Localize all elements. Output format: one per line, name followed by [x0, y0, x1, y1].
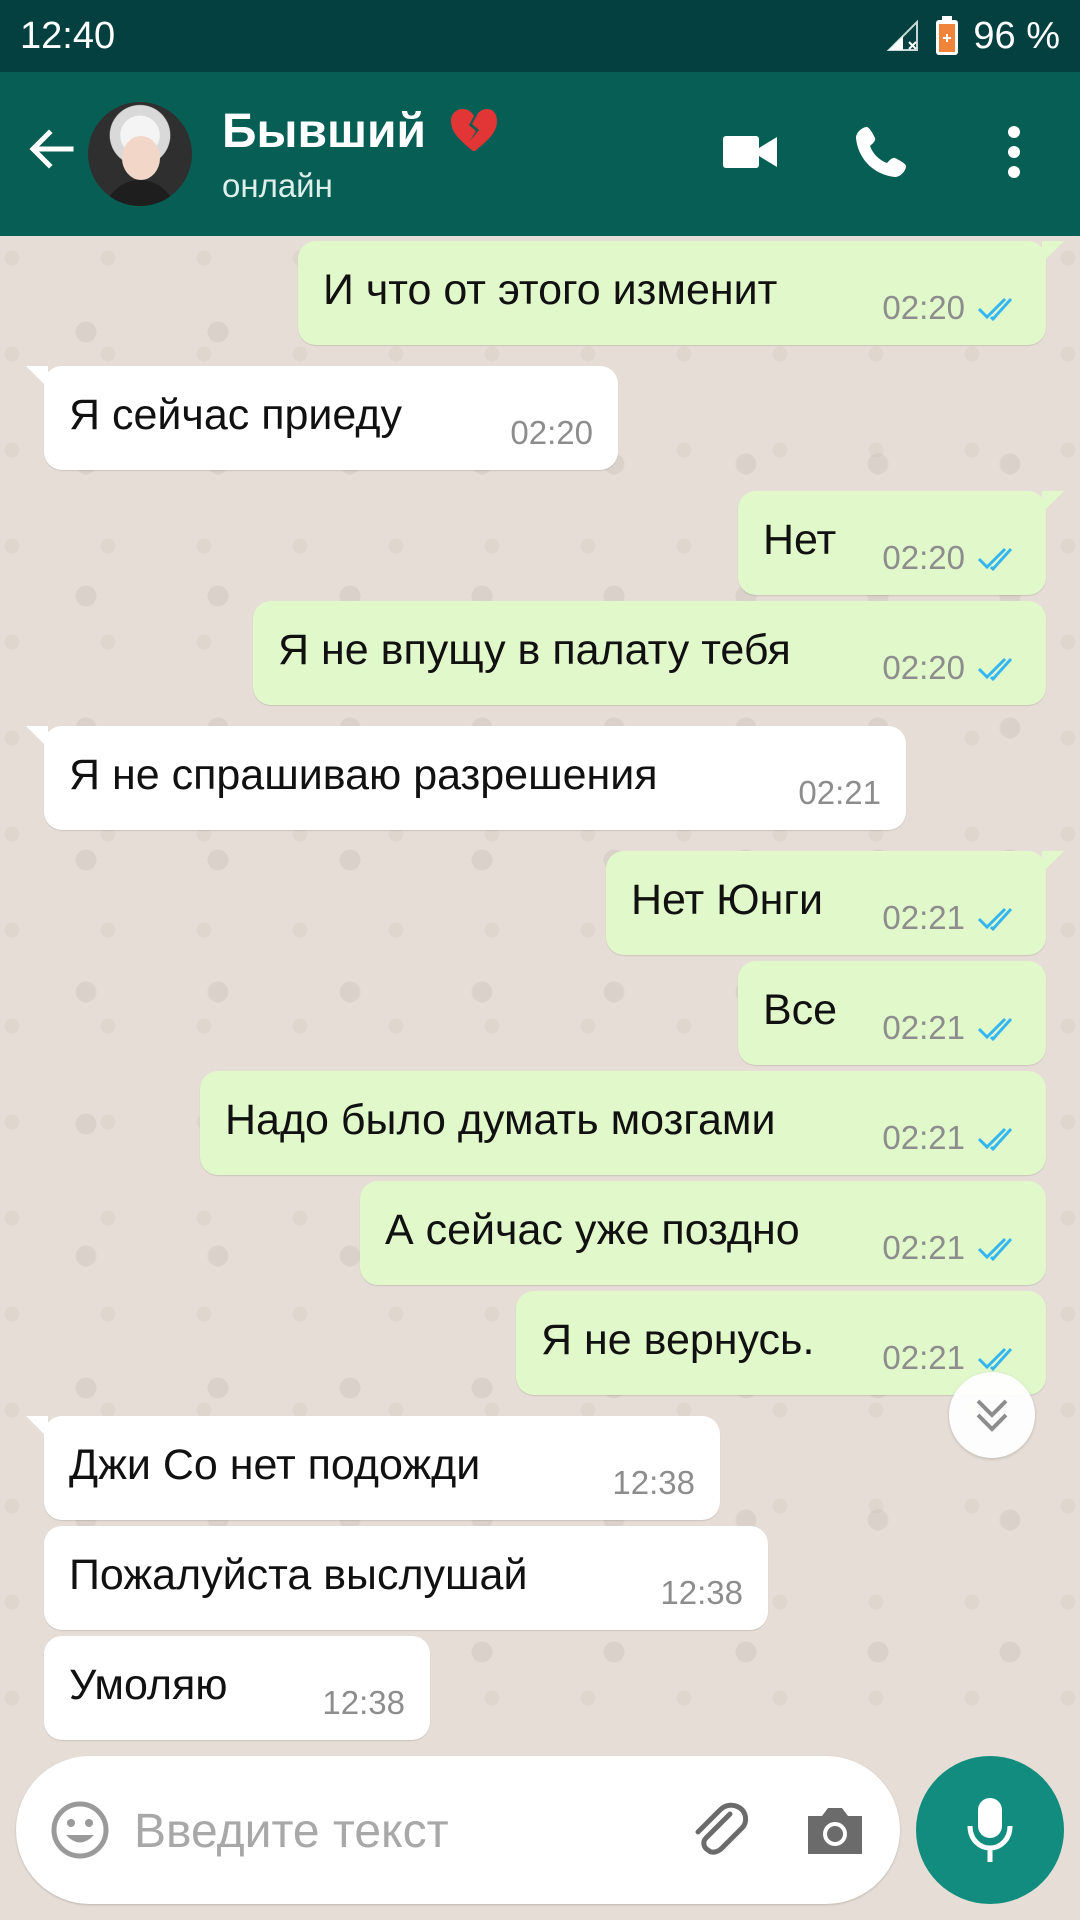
message-bubble[interactable]: Я не впущу в палату тебя 02:20 [253, 601, 1046, 705]
video-camera-icon [721, 132, 779, 172]
emoji-icon [50, 1800, 110, 1860]
more-vertical-icon [1005, 125, 1023, 179]
message-meta: 02:20 [510, 414, 593, 452]
message-time: 02:21 [882, 1339, 965, 1376]
message-bubble[interactable]: Джи Со нет подожди 12:38 [26, 1416, 720, 1520]
message-time: 12:38 [612, 1464, 695, 1501]
message-meta: 02:21 [882, 899, 1021, 937]
message-time: 02:21 [882, 1119, 965, 1156]
message-meta: 02:20 [882, 649, 1021, 687]
avatar-shirt [104, 180, 176, 206]
message-meta: 02:21 [882, 1229, 1021, 1267]
message-text: Надо было думать мозгами [225, 1096, 776, 1144]
message-time: 02:21 [882, 899, 965, 936]
message-bubble[interactable]: Я не спрашиваю разрешения 02:21 [26, 726, 906, 830]
double-check-icon [977, 1233, 1021, 1263]
message-input[interactable] [132, 1792, 656, 1870]
message-meta: 02:21 [882, 1009, 1021, 1047]
message-text: Пожалуйста выслушай [69, 1551, 528, 1599]
back-button[interactable] [20, 118, 82, 180]
status-right: 96 % [885, 15, 1060, 58]
message-meta: 02:21 [882, 1119, 1021, 1157]
message-text: Я не впущу в палату тебя [278, 626, 791, 674]
message-meta: 02:21 [798, 774, 881, 812]
chat-header: Бывший онлайн [0, 72, 1080, 236]
double-check-icon [977, 653, 1021, 683]
contact-name-row[interactable]: Бывший [222, 104, 499, 159]
message-time: 02:20 [882, 289, 965, 326]
microphone-icon [963, 1794, 1017, 1866]
message-bubble[interactable]: Умоляю 12:38 [44, 1636, 430, 1740]
camera-icon [800, 1796, 870, 1866]
contact-name: Бывший [222, 105, 427, 158]
message-bubble[interactable]: Я сейчас приеду 02:20 [26, 366, 618, 470]
message-time: 02:20 [882, 649, 965, 686]
message-text: Все [763, 986, 838, 1034]
message-time: 02:21 [882, 1009, 965, 1046]
message-text: Нет Юнги [631, 876, 824, 924]
voice-record-button[interactable] [916, 1756, 1064, 1904]
arrow-left-icon [25, 123, 77, 175]
status-time: 12:40 [20, 14, 116, 57]
message-text: И что от этого изменит [323, 266, 778, 314]
double-check-icon [977, 1013, 1021, 1043]
video-call-button[interactable] [712, 114, 788, 190]
message-time: 02:20 [510, 414, 593, 451]
chevron-double-down-icon [970, 1393, 1014, 1437]
message-text: Нет [763, 516, 837, 564]
message-text: Я не вернусь. [541, 1316, 815, 1364]
voice-call-button[interactable] [843, 114, 919, 190]
message-bubble[interactable]: Пожалуйста выслушай 12:38 [44, 1526, 768, 1630]
message-meta: 02:20 [882, 539, 1021, 577]
message-meta: 12:38 [322, 1684, 405, 1722]
emoji-button[interactable] [50, 1800, 110, 1860]
menu-button[interactable] [976, 114, 1052, 190]
composer [16, 1756, 900, 1904]
message-bubble[interactable]: А сейчас уже поздно 02:21 [360, 1181, 1046, 1285]
status-bar: 12:40 96 % [0, 0, 1080, 72]
message-text: Я не спрашиваю разрешения [69, 751, 658, 799]
avatar-face [122, 136, 160, 180]
contact-avatar[interactable] [88, 102, 192, 206]
message-time: 12:38 [322, 1684, 405, 1721]
message-bubble[interactable]: Все 02:21 [738, 961, 1046, 1065]
message-time: 02:21 [798, 774, 881, 811]
message-time: 02:20 [882, 539, 965, 576]
message-meta: 12:38 [612, 1464, 695, 1502]
message-bubble[interactable]: И что от этого изменит 02:20 [298, 241, 1064, 345]
message-text: Джи Со нет подожди [69, 1441, 481, 1489]
message-meta: 02:21 [882, 1339, 1021, 1377]
double-check-icon [977, 1343, 1021, 1373]
attach-button[interactable] [684, 1796, 754, 1866]
message-meta: 02:20 [882, 289, 1021, 327]
message-text: А сейчас уже поздно [385, 1206, 800, 1254]
battery-icon [935, 16, 959, 56]
camera-button[interactable] [800, 1796, 870, 1866]
message-text: Я сейчас приеду [69, 391, 402, 439]
paperclip-icon [684, 1796, 754, 1866]
message-time: 12:38 [660, 1574, 743, 1611]
signal-icon [885, 18, 921, 54]
message-text: Умоляю [69, 1661, 228, 1709]
double-check-icon [977, 903, 1021, 933]
chat-area[interactable]: И что от этого изменит 02:20 Я сейчас пр… [0, 236, 1080, 1756]
phone-icon [852, 123, 910, 181]
message-meta: 12:38 [660, 1574, 743, 1612]
broken-heart-icon [449, 107, 499, 153]
contact-status: онлайн [222, 167, 333, 204]
double-check-icon [977, 1123, 1021, 1153]
message-bubble[interactable]: Нет 02:20 [738, 491, 1064, 595]
message-bubble[interactable]: Нет Юнги 02:21 [606, 851, 1064, 955]
message-bubble[interactable]: Надо было думать мозгами 02:21 [200, 1071, 1046, 1175]
scroll-to-bottom-button[interactable] [949, 1372, 1035, 1458]
double-check-icon [977, 293, 1021, 323]
message-time: 02:21 [882, 1229, 965, 1266]
battery-percent: 96 % [973, 14, 1060, 57]
double-check-icon [977, 543, 1021, 573]
